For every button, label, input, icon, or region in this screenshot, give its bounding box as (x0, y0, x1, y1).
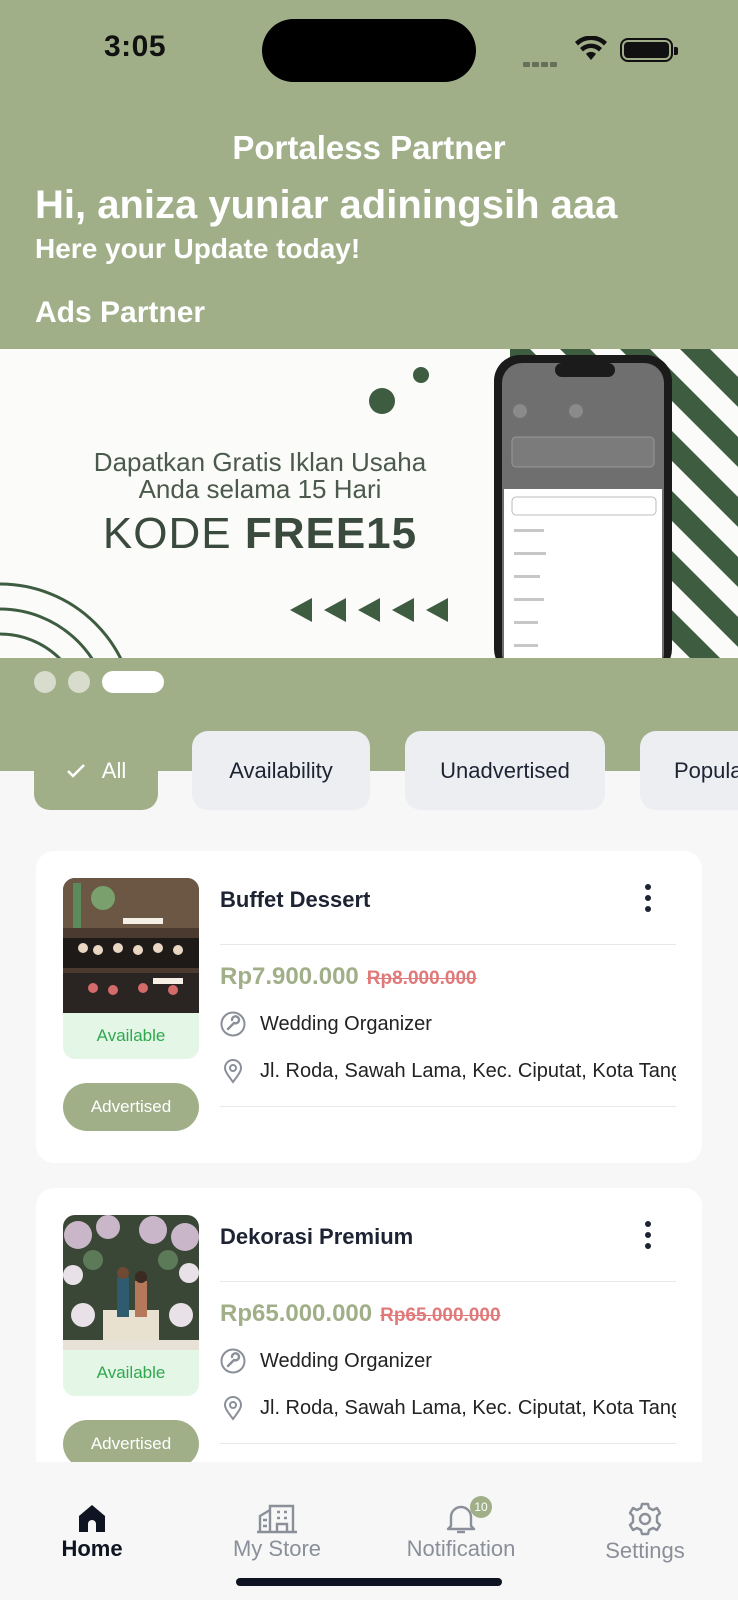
advertised-button[interactable]: Advertised (63, 1420, 199, 1468)
notification-badge: 10 (470, 1496, 492, 1518)
status-bar: 3:05 (0, 0, 738, 100)
advertised-button[interactable]: Advertised (63, 1083, 199, 1131)
listing-price: Rp65.000.000 Rp65.000.000 (220, 1300, 501, 1327)
wrench-icon (220, 1348, 246, 1374)
filter-chip-all[interactable]: All (34, 731, 158, 810)
divider (220, 1443, 676, 1444)
divider (220, 944, 676, 945)
nav-settings[interactable]: Settings (570, 1502, 720, 1564)
status-time: 3:05 (104, 30, 167, 63)
listing-price: Rp7.900.000 Rp8.000.000 (220, 963, 477, 990)
carousel-dot-active[interactable] (102, 671, 164, 693)
divider (220, 1106, 676, 1107)
more-options-icon[interactable] (640, 1221, 656, 1257)
listing-title: Buffet Dessert (220, 887, 371, 912)
nav-my-store[interactable]: My Store (202, 1502, 352, 1562)
store-icon (257, 1504, 297, 1534)
subgreeting: Here your Update today! (35, 233, 361, 264)
divider (220, 1281, 676, 1282)
availability-badge: Available (63, 1013, 199, 1059)
more-options-icon[interactable] (640, 884, 656, 920)
home-indicator[interactable] (236, 1578, 502, 1586)
banner-subheadline: Anda selama 15 Hari (138, 474, 382, 504)
home-icon (79, 1505, 105, 1532)
banner-promo-code: KODE FREE15 (102, 509, 418, 558)
listing-category: Wedding Organizer (220, 1348, 676, 1374)
check-icon (66, 763, 85, 778)
carousel-dot[interactable] (34, 671, 56, 693)
listing-image (63, 1215, 199, 1351)
signal-icon (523, 54, 561, 67)
nav-home[interactable]: Home (17, 1502, 167, 1562)
listing-old-price: Rp8.000.000 (366, 968, 477, 989)
listing-address: Jl. Roda, Sawah Lama, Kec. Ciputat, Kota… (220, 1395, 676, 1421)
ads-banner[interactable]: Dapatkan Gratis Iklan Usaha Anda selama … (0, 349, 738, 658)
nav-notification[interactable]: 10 Notification (386, 1496, 536, 1562)
wifi-icon (575, 36, 607, 60)
listing-address: Jl. Roda, Sawah Lama, Kec. Ciputat, Kota… (220, 1058, 676, 1084)
gear-icon (628, 1502, 662, 1536)
listing-category: Wedding Organizer (220, 1011, 676, 1037)
ads-section-title: Ads Partner (35, 296, 206, 329)
listing-image (63, 878, 199, 1014)
filter-chip-availability[interactable]: Availability (192, 731, 370, 810)
dynamic-island (262, 19, 476, 82)
location-pin-icon (223, 1396, 243, 1421)
availability-badge: Available (63, 1350, 199, 1396)
app-title: Portaless Partner (232, 129, 506, 166)
listing-card[interactable]: Available Advertised Buffet Dessert Rp7.… (36, 851, 702, 1163)
listing-title: Dekorasi Premium (220, 1224, 414, 1249)
wrench-icon (220, 1011, 246, 1037)
listing-card[interactable]: Available Advertised Dekorasi Premium Rp… (36, 1188, 702, 1478)
listing-old-price: Rp65.000.000 (380, 1305, 501, 1326)
battery-icon (620, 38, 678, 62)
filter-chip-unadvertised[interactable]: Unadvertised (405, 731, 605, 810)
location-pin-icon (223, 1059, 243, 1084)
filter-chip-popular[interactable]: Popula (640, 731, 738, 810)
carousel-dot[interactable] (68, 671, 90, 693)
filter-chips: All Availability Unadvertised Popula (0, 731, 738, 811)
greeting: Hi, aniza yuniar adiningsih aaa (35, 183, 618, 227)
